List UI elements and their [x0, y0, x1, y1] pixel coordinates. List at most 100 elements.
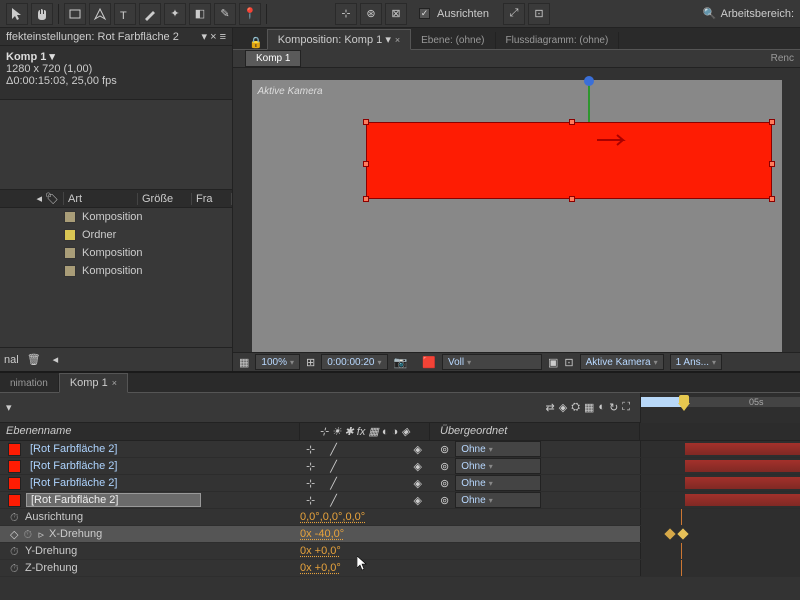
layer-row[interactable]: [Rot Farbfläche 2] ⊹ ╱◈ ⊚Ohne — [0, 492, 800, 509]
prop-value[interactable]: 0x +0,0° — [300, 545, 430, 557]
pickwhip-icon[interactable]: ⊚ — [440, 477, 449, 490]
search-icon[interactable]: 🔍 — [703, 7, 717, 21]
canvas[interactable]: Aktive Kamera — [252, 80, 782, 352]
view-dropdown[interactable]: Aktive Kamera — [580, 354, 664, 370]
axis-gizmo[interactable] — [588, 80, 590, 122]
snapshot-icon[interactable]: 📷 — [394, 356, 408, 369]
red-solid-layer[interactable] — [366, 122, 772, 199]
col-parent: Übergeordnet — [430, 423, 640, 440]
prop-x-drehung[interactable]: ◇⏱▹ X-Drehung 0x -40,0° — [0, 526, 800, 543]
workspace-label: Arbeitsbereich: — [721, 8, 794, 20]
viewer-tabs: 🔒 Komposition: Komp 1 ▾× Ebene: (ohne) F… — [233, 28, 800, 50]
prop-value[interactable]: 0,0°,0,0°,0,0° — [300, 511, 430, 523]
zoom-dropdown[interactable]: 100% — [255, 354, 300, 370]
quality-dropdown[interactable]: Voll — [442, 354, 542, 370]
tab-composition[interactable]: Komposition: Komp 1 ▾× — [267, 29, 411, 50]
trash-icon[interactable]: 🗑 — [27, 353, 41, 366]
region-icon[interactable]: ⊡ — [564, 356, 573, 369]
render-label: Renc — [771, 53, 800, 64]
prop-value[interactable]: 0x -40,0° — [300, 528, 430, 540]
channel-icon[interactable]: 🟥 — [422, 356, 436, 369]
tl-tool-icon[interactable]: ◐ — [598, 401, 605, 414]
parent-dropdown[interactable]: Ohne — [455, 492, 541, 508]
rect-tool-icon[interactable] — [64, 3, 86, 25]
lock-icon[interactable]: 🔒 — [245, 36, 267, 49]
tab-komp1[interactable]: Komp 1 × — [59, 373, 128, 393]
main-toolbar: T ✦ ◧ ✎ 📍 ⊹ ⊛ ⊠ Ausrichten ⤢ ⊡ 🔍 Arbeits… — [0, 0, 800, 28]
pickwhip-icon[interactable]: ⊚ — [440, 443, 449, 456]
grid-icon[interactable]: ▦ — [239, 356, 249, 369]
project-item[interactable]: Komposition — [0, 208, 232, 226]
tl-tool-icon[interactable]: ⛭ — [571, 401, 580, 414]
project-columns: ◂ 🏷 Art Größe Fra — [0, 190, 232, 208]
svg-text:T: T — [120, 10, 127, 22]
tab-flowchart[interactable]: Flussdiagramm: (ohne) — [496, 32, 620, 49]
timeline-ruler[interactable]: 05s — [640, 393, 800, 423]
stopwatch-icon[interactable]: ⏱ — [10, 512, 20, 522]
comp-title[interactable]: Komp 1 ▾ — [6, 50, 226, 63]
effects-header: ffekteinstellungen: Rot Farbfläche 2 ▾ ×… — [0, 28, 232, 46]
snap1-icon[interactable]: ⤢ — [503, 3, 525, 25]
stamp-tool-icon[interactable]: ✦ — [164, 3, 186, 25]
prop-z-drehung[interactable]: ⏱Z-Drehung 0x +0,0° — [0, 560, 800, 577]
tab-animation[interactable]: nimation — [0, 375, 59, 392]
project-list[interactable]: Komposition Ordner Komposition Kompositi… — [0, 208, 232, 347]
layer-row[interactable]: [Rot Farbfläche 2] ⊹ ╱◈ ⊚Ohne — [0, 475, 800, 492]
snap2-icon[interactable]: ⊡ — [528, 3, 550, 25]
anchor-tool-icon[interactable]: ⊛ — [360, 3, 382, 25]
res-icon[interactable]: ⊞ — [306, 356, 315, 369]
tl-tool-icon[interactable]: ↻ — [609, 401, 618, 414]
close-icon[interactable]: × — [395, 35, 400, 45]
pickwhip-icon[interactable]: ⊚ — [440, 494, 449, 507]
col-switches: ⊹ ☀ ✱ fx ▦ ◐ ◑ ◈ — [300, 423, 430, 440]
layer-row[interactable]: [Rot Farbfläche 2] ⊹ ╱◈ ⊚Ohne — [0, 458, 800, 475]
axis-tool-icon[interactable]: ⊹ — [335, 3, 357, 25]
timeline-panel: nimation Komp 1 × ▾ ⇄ ◈ ⛭ ▦ ◐ ↻ ⛶ 05s Eb… — [0, 371, 800, 600]
stopwatch-icon[interactable]: ⏱ — [23, 529, 33, 539]
time-display[interactable]: 0:00:00:20 — [321, 354, 387, 370]
prop-y-drehung[interactable]: ⏱Y-Drehung 0x +0,0° — [0, 543, 800, 560]
project-item[interactable]: Komposition — [0, 262, 232, 280]
tab-layer[interactable]: Ebene: (ohne) — [411, 32, 495, 49]
project-item[interactable]: Ordner — [0, 226, 232, 244]
prop-ausrichtung[interactable]: ⏱Ausrichtung 0,0°,0,0°,0,0° — [0, 509, 800, 526]
roto-tool-icon[interactable]: ✎ — [214, 3, 236, 25]
project-item[interactable]: Komposition — [0, 244, 232, 262]
views-dropdown[interactable]: 1 Ans... — [670, 354, 722, 370]
eraser-tool-icon[interactable]: ◧ — [189, 3, 211, 25]
camera-label: Aktive Kamera — [258, 86, 323, 97]
null-tool-icon[interactable]: ⊠ — [385, 3, 407, 25]
viewer-footer: ▦ 100% ⊞ 0:00:00:20 📷 🟥 Voll ▣ ⊡ Aktive … — [233, 352, 800, 371]
parent-dropdown[interactable]: Ohne — [455, 458, 541, 474]
tl-tool-icon[interactable]: ▦ — [584, 401, 594, 414]
stopwatch-icon[interactable]: ⏱ — [10, 563, 20, 573]
bpc-label[interactable]: nal — [4, 354, 19, 366]
pin-tool-icon[interactable]: 📍 — [239, 3, 261, 25]
text-tool-icon[interactable]: T — [114, 3, 136, 25]
viewer-panel: 🔒 Komposition: Komp 1 ▾× Ebene: (ohne) F… — [233, 28, 800, 371]
col-layername: Ebenenname — [0, 423, 300, 440]
brush-tool-icon[interactable] — [139, 3, 161, 25]
hand-tool-icon[interactable] — [31, 3, 53, 25]
parent-dropdown[interactable]: Ohne — [455, 475, 541, 491]
timeline-body[interactable]: [Rot Farbfläche 2] ⊹ ╱◈ ⊚Ohne [Rot Farbf… — [0, 441, 800, 600]
stopwatch-icon[interactable]: ⏱ — [10, 546, 20, 556]
align-label: Ausrichten — [437, 8, 489, 20]
mask-icon[interactable]: ▣ — [548, 356, 558, 369]
comp-duration: Δ0:00:15:03, 25,00 fps — [6, 75, 226, 87]
left-panel: ffekteinstellungen: Rot Farbfläche 2 ▾ ×… — [0, 28, 233, 371]
prop-value[interactable]: 0x +0,0° — [300, 562, 430, 574]
viewport[interactable]: Aktive Kamera — [233, 68, 800, 352]
layer-row[interactable]: [Rot Farbfläche 2] ⊹ ╱◈ ⊚Ohne — [0, 441, 800, 458]
align-checkbox[interactable] — [419, 8, 430, 19]
playhead[interactable] — [678, 395, 692, 409]
pen-tool-icon[interactable] — [89, 3, 111, 25]
tl-tool-icon[interactable]: ◈ — [559, 401, 567, 414]
tl-tool-icon[interactable]: ⇄ — [546, 401, 555, 414]
parent-dropdown[interactable]: Ohne — [455, 441, 541, 457]
subtab-comp[interactable]: Komp 1 — [245, 50, 301, 67]
pickwhip-icon[interactable]: ⊚ — [440, 460, 449, 473]
selection-tool-icon[interactable] — [6, 3, 28, 25]
close-icon[interactable]: × — [112, 378, 117, 388]
tl-tool-icon[interactable]: ⛶ — [622, 401, 630, 414]
